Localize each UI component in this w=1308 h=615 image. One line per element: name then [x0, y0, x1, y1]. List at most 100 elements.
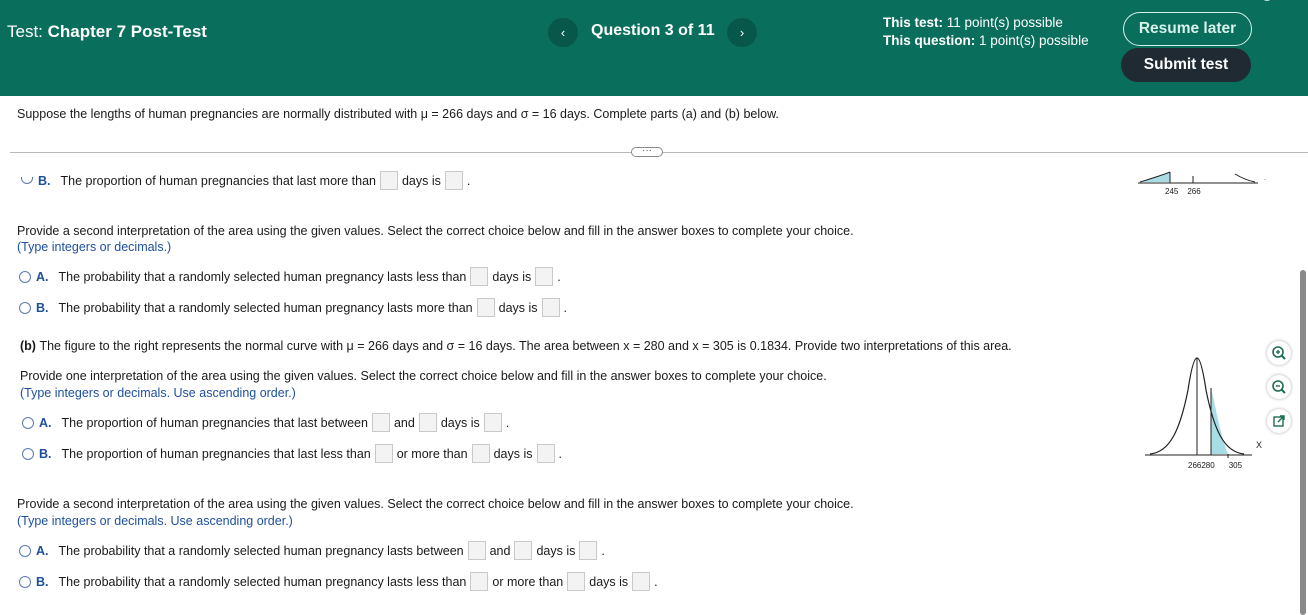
option-letter: B. [38, 173, 51, 188]
option-text: and [393, 415, 415, 430]
part-b-option-a[interactable]: A. The proportion of human pregnancies t… [22, 413, 509, 432]
expand-handle[interactable]: ··· [631, 146, 663, 157]
settings-icon[interactable] [1259, 0, 1275, 4]
radio-button[interactable] [19, 575, 31, 588]
problem-statement: Suppose the lengths of human pregnancies… [17, 107, 779, 121]
second-interpretation-b-prompt: Provide a second interpretation of the a… [17, 497, 854, 511]
popout-button[interactable] [1267, 409, 1291, 433]
answer-box[interactable] [467, 541, 486, 560]
test-points-value: 11 point(s) possible [946, 15, 1063, 30]
option-text: . [601, 543, 605, 558]
radio-button[interactable] [19, 301, 31, 314]
part-a-option-b[interactable]: B. The proportion of human pregnancies t… [21, 171, 470, 190]
figure-b-ticks: 266 280 305 [1188, 461, 1242, 470]
option-text: . [654, 574, 658, 589]
answer-box[interactable] [567, 572, 586, 591]
popout-icon [1273, 415, 1285, 427]
answer-box[interactable] [471, 444, 490, 463]
part-b-text: The figure to the right represents the n… [39, 339, 1012, 353]
option-text: . [563, 300, 568, 315]
part-b-option-b[interactable]: B. The proportion of human pregnancies t… [22, 444, 562, 463]
previous-question-button[interactable]: ‹ [548, 18, 578, 47]
points-info: This test: 11 point(s) possible This que… [883, 14, 1089, 50]
answer-box[interactable] [418, 413, 437, 432]
option-letter: B. [39, 446, 52, 461]
tick-label: 280 [1201, 461, 1215, 470]
answer-box[interactable] [374, 444, 393, 463]
option-text: and [489, 543, 511, 558]
second-interpretation-a-prompt: Provide a second interpretation of the a… [17, 224, 854, 238]
option-letter: A. [36, 269, 49, 284]
radio-button[interactable] [22, 416, 34, 429]
zoom-out-button[interactable] [1267, 375, 1291, 399]
question-counter: Question 3 of 11 [591, 22, 715, 39]
radio-button[interactable] [19, 544, 31, 557]
radio-button[interactable] [19, 270, 31, 283]
option-text: days is [536, 543, 576, 558]
next-question-button[interactable]: › [727, 18, 757, 47]
option-text: . [558, 446, 562, 461]
input-hint: (Type integers or decimals. Use ascendin… [20, 386, 296, 400]
answer-box[interactable] [444, 171, 463, 190]
radio-button[interactable] [21, 177, 33, 184]
resume-later-button[interactable]: Resume later [1123, 12, 1252, 46]
answer-box[interactable] [476, 298, 495, 317]
option-text: The proportion of human pregnancies that… [61, 415, 368, 430]
option-text: The proportion of human pregnancies that… [61, 446, 371, 461]
option-text: The probability that a randomly selected… [58, 300, 473, 315]
input-hint: (Type integers or decimals. Use ascendin… [17, 514, 293, 528]
answer-box[interactable] [579, 541, 598, 560]
answer-box[interactable] [514, 541, 533, 560]
test-header: Test: Chapter 7 Post-Test ‹ Question 3 o… [0, 0, 1308, 96]
second-b-option-a[interactable]: A. The probability that a randomly selec… [19, 541, 605, 560]
second-b-option-b[interactable]: B. The probability that a randomly selec… [19, 572, 658, 591]
option-text: days is [440, 415, 480, 430]
tick-label: 266 [1187, 187, 1201, 196]
option-text: . [557, 269, 561, 284]
answer-box[interactable] [371, 413, 390, 432]
answer-box[interactable] [379, 171, 398, 190]
answer-box[interactable] [470, 572, 489, 591]
tick-label: 266 [1188, 461, 1202, 470]
option-text: or more than [492, 574, 564, 589]
option-text: days is [493, 446, 533, 461]
second-a-option-b[interactable]: B. The probability that a randomly selec… [19, 298, 567, 317]
part-b-prompt: Provide one interpretation of the area u… [20, 369, 827, 383]
option-text: days is [498, 300, 538, 315]
answer-box[interactable] [483, 413, 502, 432]
submit-test-button[interactable]: Submit test [1121, 48, 1251, 82]
option-text: The probability that a randomly selected… [58, 574, 467, 589]
option-letter: B. [36, 300, 49, 315]
option-letter: A. [39, 415, 52, 430]
zoom-out-icon [1272, 380, 1286, 394]
test-name: Chapter 7 Post-Test [47, 22, 207, 41]
answer-box[interactable] [535, 267, 554, 286]
normal-curve-figure-b [1145, 357, 1252, 458]
test-prefix: Test: [7, 22, 43, 41]
second-a-option-a[interactable]: A. The probability that a randomly selec… [19, 267, 561, 286]
question-points-value: 1 point(s) possible [979, 33, 1089, 48]
figure-a-ticks: 245 266 [1165, 187, 1201, 196]
part-label: (b) [20, 339, 36, 353]
chevron-right-icon: › [739, 25, 745, 40]
answer-box[interactable] [541, 298, 560, 317]
scrollbar[interactable] [1300, 270, 1306, 615]
option-letter: A. [36, 543, 49, 558]
zoom-in-button[interactable] [1267, 341, 1291, 365]
answer-box[interactable] [632, 572, 651, 591]
tick-label: 305 [1228, 461, 1243, 470]
answer-box[interactable] [470, 267, 489, 286]
option-text: The proportion of human pregnancies that… [60, 173, 376, 188]
x-axis-label: X [1256, 440, 1263, 450]
zoom-in-icon [1272, 346, 1286, 360]
chevron-left-icon: ‹ [560, 25, 566, 40]
option-letter: B. [36, 574, 49, 589]
tick-label: 245 [1165, 187, 1179, 196]
option-text: days is [401, 173, 441, 188]
option-text: or more than [396, 446, 468, 461]
option-text: The probability that a randomly selected… [58, 269, 467, 284]
question-points-label: This question: [883, 33, 976, 48]
radio-button[interactable] [22, 447, 34, 460]
answer-box[interactable] [536, 444, 555, 463]
test-title: Test: Chapter 7 Post-Test [7, 22, 207, 42]
